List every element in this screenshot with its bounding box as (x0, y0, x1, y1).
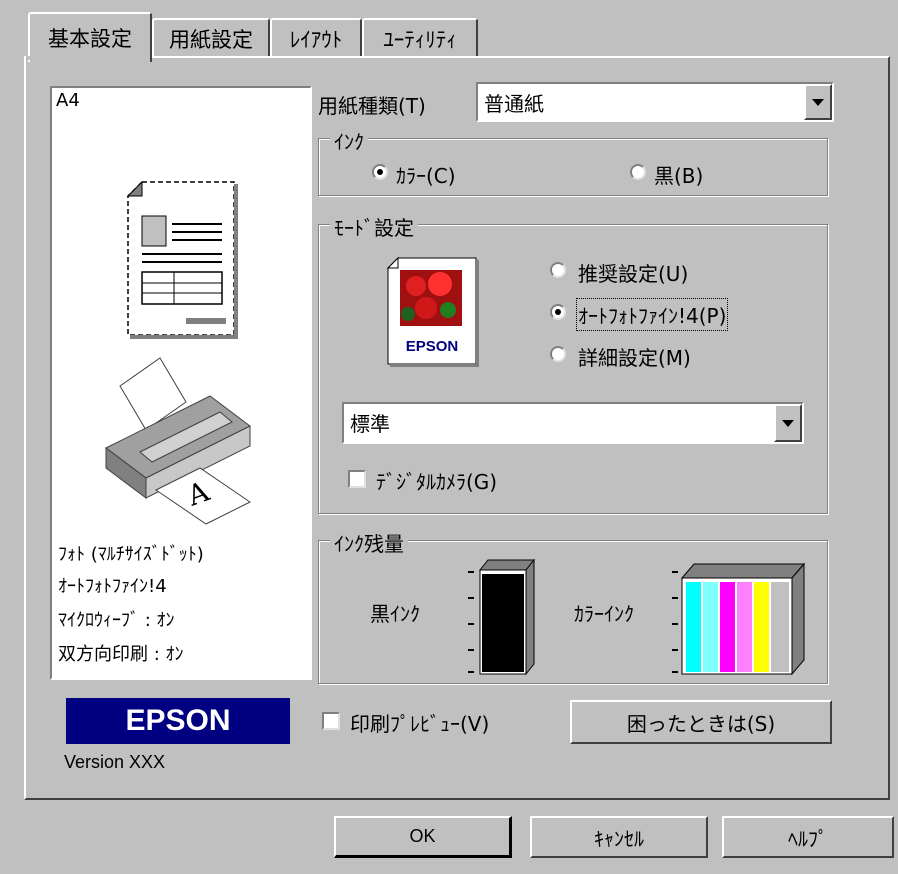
mode-recommended-radio[interactable] (550, 262, 566, 278)
ink-black-label[interactable]: 黒(B) (654, 160, 703, 189)
tab-layout[interactable]: ﾚｲｱｳﾄ (270, 18, 362, 58)
paper-size-label: A4 (56, 90, 80, 111)
document-icon (126, 180, 238, 339)
active-tab-gap (26, 56, 150, 60)
paper-type-value: 普通紙 (484, 92, 544, 116)
mode-advanced-label[interactable]: 詳細設定(M) (578, 342, 691, 371)
mode-autophotofine-label[interactable]: ｵｰﾄﾌｫﾄﾌｧｲﾝ!4(P) (575, 298, 729, 331)
paper-type-label: 用紙種類(T) (318, 94, 426, 118)
quality-select[interactable]: 標準 (342, 402, 804, 444)
ink-group-label: ｲﾝｸ (330, 126, 368, 155)
printer-icon: A (105, 357, 251, 525)
troubleshoot-button[interactable]: 困ったときは(S) (570, 700, 832, 744)
info-line-4: 双方向印刷 : ｵﾝ (58, 644, 184, 665)
digital-camera-checkbox[interactable] (348, 470, 366, 488)
photo-mode-icon: EPSON (386, 256, 480, 368)
preview-pane: A4 A ﾌｫﾄ (ﾏﾙﾁｻｲｽﾞﾄﾞｯﾄ) ｵｰﾄﾌｫﾄﾌｧｲﾝ!4 ﾏｲｸﾛ… (50, 86, 312, 680)
color-ink-level-icon (672, 562, 806, 676)
mode-recommended-label[interactable]: 推奨設定(U) (578, 258, 688, 287)
digital-camera-label[interactable]: ﾃﾞｼﾞﾀﾙｶﾒﾗ(G) (376, 466, 497, 495)
black-ink-level-icon (468, 558, 536, 676)
paper-type-select[interactable]: 普通紙 (476, 82, 834, 122)
ink-color-radio[interactable] (372, 164, 388, 180)
mode-autophotofine-radio[interactable] (550, 304, 566, 320)
epson-logo: EPSON (66, 698, 290, 744)
photo-mode-icon-text: EPSON (405, 338, 459, 355)
tab-basic-settings[interactable]: 基本設定 (28, 12, 152, 62)
print-preview-checkbox[interactable] (322, 712, 340, 730)
tab-utility[interactable]: ﾕｰﾃｨﾘﾃｨ (362, 18, 478, 58)
info-line-3: ﾏｲｸﾛｳｨｰﾌﾞ : ｵﾝ (58, 610, 175, 631)
tab-paper-settings[interactable]: 用紙設定 (152, 18, 270, 58)
help-button[interactable]: ﾍﾙﾌﾟ (722, 816, 894, 858)
ink-group (318, 138, 828, 196)
version-text: Version XXX (64, 752, 166, 772)
black-ink-label: 黒ｲﾝｸ (370, 602, 420, 626)
ink-black-radio[interactable] (630, 164, 646, 180)
mode-group-label: ﾓｰﾄﾞ設定 (330, 212, 418, 241)
color-ink-label: ｶﾗｰｲﾝｸ (574, 602, 634, 626)
dropdown-arrow-icon[interactable] (804, 84, 832, 120)
quality-value: 標準 (350, 412, 390, 436)
ink-level-group-label: ｲﾝｸ残量 (330, 528, 408, 557)
cancel-button[interactable]: ｷｬﾝｾﾙ (530, 816, 708, 858)
info-line-2: ｵｰﾄﾌｫﾄﾌｧｲﾝ!4 (58, 576, 167, 597)
mode-advanced-radio[interactable] (550, 346, 566, 362)
print-preview-label[interactable]: 印刷ﾌﾟﾚﾋﾞｭｰ(V) (350, 708, 489, 737)
ink-color-label[interactable]: ｶﾗｰ(C) (396, 160, 456, 189)
dropdown-arrow-icon[interactable] (774, 404, 802, 442)
ok-button[interactable]: OK (334, 816, 512, 858)
info-line-1: ﾌｫﾄ (ﾏﾙﾁｻｲｽﾞﾄﾞｯﾄ) (58, 544, 204, 565)
